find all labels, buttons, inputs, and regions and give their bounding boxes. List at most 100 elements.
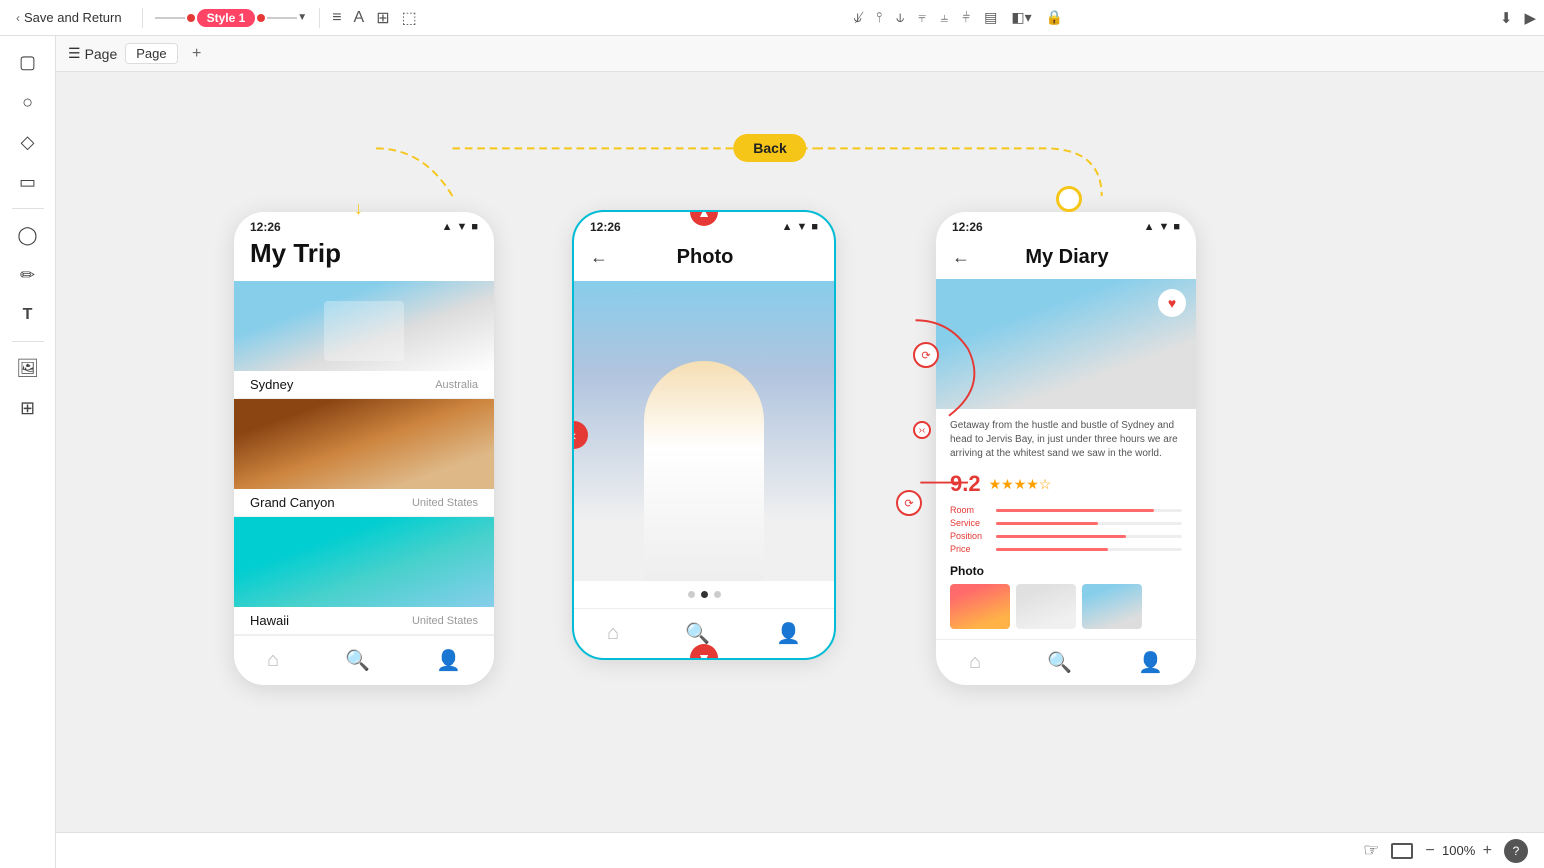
diary-photos-title: Photo <box>950 564 1182 578</box>
nav-profile-icon-p2[interactable]: 👤 <box>776 621 801 646</box>
service-bar-fill <box>996 522 1098 525</box>
phone-photo: ▲ ▼ ‹ 12:26 ▲▼■ ← Photo <box>574 212 834 658</box>
phone2-back-icon[interactable]: ← <box>590 247 608 268</box>
style-pill[interactable]: Style 1 <box>197 9 256 27</box>
style-dropdown-icon[interactable]: ▼ <box>297 12 307 23</box>
trip-item-hawaii[interactable]: Hawaii United States <box>234 517 494 635</box>
car-overlay <box>324 301 404 361</box>
rating-row-price: Price <box>950 544 1182 554</box>
preview-mode-icon[interactable] <box>1391 843 1413 859</box>
pen-icon[interactable]: ✏ <box>10 257 46 293</box>
diary-rating: 9.2 ★★★★☆ <box>950 471 1182 497</box>
phone-my-diary: 12:26 ▲▼■ ← My Diary ♥ Getaway from the … <box>936 212 1196 685</box>
phone-photo-wrapper: ▲ ▼ ‹ 12:26 ▲▼■ ← Photo <box>574 212 834 658</box>
conn-dot-arrow[interactable]: ›‹ <box>913 421 931 439</box>
zoom-in-button[interactable]: + <box>1483 842 1492 860</box>
diary-photos-section: Photo <box>936 564 1196 639</box>
strikethrough-icon[interactable]: ≡ <box>332 9 341 27</box>
circle-2-icon[interactable]: ◯ <box>10 217 46 253</box>
diamond-tool-icon[interactable]: ◇ <box>10 124 46 160</box>
nav-home-icon-p2[interactable]: ⌂ <box>607 622 619 645</box>
nav-home-icon-p3[interactable]: ⌂ <box>969 651 981 674</box>
diary-photos-row <box>950 584 1182 629</box>
canvas-area[interactable]: Back ↓ 12:26 ▲ ▼ ■ My Trip Sydne <box>56 72 1544 832</box>
left-sidebar: ▢ ○ ◇ ▭ ◯ ✏ T 🖼 ⊞ <box>0 36 56 868</box>
text-icon[interactable]: A <box>354 9 365 27</box>
cursor-tool-icon[interactable]: ☞ <box>1363 840 1379 861</box>
hawaii-image <box>234 517 494 607</box>
nav-search-icon-p1[interactable]: 🔍 <box>345 648 370 673</box>
zoom-out-button[interactable]: − <box>1425 842 1434 860</box>
conn-dot-link-2[interactable]: ⟳ <box>896 490 922 516</box>
align-icons: ⫝̸ ⫯ ⫝ ⫧ ⫨ ⫩ ▤ ◧▾ 🔒 <box>854 9 1064 26</box>
add-page-button[interactable]: + <box>186 43 208 65</box>
back-label-button[interactable]: Back <box>733 134 806 162</box>
nav-profile-icon-p1[interactable]: 👤 <box>436 648 461 673</box>
toolbar-divider-2 <box>319 8 320 28</box>
diary-thumb-1[interactable] <box>950 584 1010 629</box>
download-icon[interactable]: ⬇ <box>1500 9 1513 27</box>
dot-3[interactable] <box>714 591 721 598</box>
zoom-percentage[interactable]: 100% <box>1441 843 1477 858</box>
photo-dots <box>574 581 834 608</box>
page-menu[interactable]: ☰ Page <box>68 45 117 62</box>
trip-item-sydney[interactable]: Sydney Australia <box>234 281 494 399</box>
diary-thumb-2[interactable] <box>1016 584 1076 629</box>
page-tab-1[interactable]: Page <box>125 43 177 64</box>
margin-icon[interactable]: ▤ <box>984 9 997 26</box>
nav-search-icon-p2[interactable]: 🔍 <box>685 621 710 646</box>
distribute-icon2[interactable]: ⫩ <box>962 9 970 26</box>
lock-icon[interactable]: 🔒 <box>1046 9 1063 26</box>
diary-description: Getaway from the hustle and bustle of Sy… <box>950 419 1182 461</box>
toolbar-divider-1 <box>142 8 143 28</box>
nav-profile-icon-p3[interactable]: 👤 <box>1138 650 1163 675</box>
rating-stars: ★★★★☆ <box>989 476 1052 493</box>
trip-item-grand-canyon[interactable]: Grand Canyon United States <box>234 399 494 517</box>
handle-tl[interactable] <box>574 212 579 217</box>
handle-br[interactable] <box>829 653 834 658</box>
zoom-controls: − 100% + <box>1425 842 1492 860</box>
circle-tool-icon[interactable]: ○ <box>10 84 46 120</box>
nav-search-icon-p3[interactable]: 🔍 <box>1047 650 1072 675</box>
toolbar-center: ⫝̸ ⫯ ⫝ ⫧ ⫨ ⫩ ▤ ◧▾ 🔒 <box>425 9 1492 26</box>
conn-dot-yellow-1[interactable] <box>1056 186 1082 212</box>
help-button[interactable]: ? <box>1504 839 1528 863</box>
phone3-back-icon[interactable]: ← <box>952 247 970 268</box>
select-icon[interactable]: ▢ <box>10 44 46 80</box>
toolbar-right: ⬇ ▶ <box>1500 9 1536 27</box>
layers-icon[interactable]: ◧▾ <box>1011 9 1031 26</box>
phone3-status-icons: ▲▼■ <box>1144 221 1180 233</box>
room-bar-bg <box>996 509 1182 512</box>
distribute-v-icon[interactable]: ⫨ <box>940 9 948 26</box>
style-wrapper: Style 1 ▼ <box>155 9 308 27</box>
nav-home-icon-p1[interactable]: ⌂ <box>267 649 279 672</box>
align-right-icon[interactable]: ⫝ <box>896 9 904 26</box>
rating-bars: Room Service Position Price <box>950 505 1182 554</box>
sydney-info: Sydney Australia <box>234 371 494 399</box>
rect-tool-icon[interactable]: ▭ <box>10 164 46 200</box>
align-center-v-icon[interactable]: ⫯ <box>876 9 882 26</box>
grid-icon[interactable]: ⊞ <box>376 8 389 28</box>
heart-button[interactable]: ♥ <box>1158 289 1186 317</box>
top-toolbar: ‹ Save and Return Style 1 ▼ ≡ A ⊞ ⬚ ⫝̸ ⫯… <box>0 0 1544 36</box>
handle-tr[interactable] <box>829 212 834 217</box>
frame-icon[interactable]: ⬚ <box>402 8 417 28</box>
canyon-info: Grand Canyon United States <box>234 489 494 517</box>
handle-bl[interactable] <box>574 653 579 658</box>
dot-2[interactable] <box>701 591 708 598</box>
play-icon[interactable]: ▶ <box>1524 9 1536 27</box>
sidebar-divider-1 <box>12 208 44 209</box>
line-after <box>267 17 297 19</box>
distribute-h-icon[interactable]: ⫧ <box>918 9 926 26</box>
menu-icon: ☰ <box>68 45 81 62</box>
align-left-icon[interactable]: ⫝̸ <box>854 9 862 26</box>
save-return-button[interactable]: ‹ Save and Return <box>8 7 130 28</box>
diary-thumb-3[interactable] <box>1082 584 1142 629</box>
dot-1[interactable] <box>688 591 695 598</box>
table-icon[interactable]: ⊞ <box>10 390 46 426</box>
image-icon[interactable]: 🖼 <box>10 350 46 386</box>
text-tool-icon[interactable]: T <box>10 297 46 333</box>
conn-dot-link-1[interactable]: ⟳ <box>913 342 939 368</box>
diary-img-inner <box>936 279 1196 409</box>
phone2-status-icons: ▲▼■ <box>782 221 818 233</box>
